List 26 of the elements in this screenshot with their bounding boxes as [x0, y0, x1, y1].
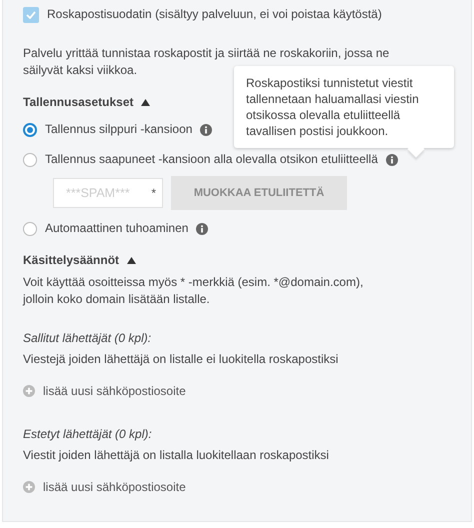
- info-icon[interactable]: [386, 154, 398, 166]
- rules-description: Voit käyttää osoitteissa myös * -merkkiä (esim. *@domain.com), jolloin koko domain lisätään listalle.: [23, 274, 364, 308]
- caret-icon[interactable]: [141, 98, 150, 106]
- add-email-link[interactable]: lisää uusi sähköpostiosoite: [43, 480, 186, 494]
- plus-icon[interactable]: [23, 385, 35, 397]
- option-label: Tallennus saapuneet -kansioon alla olevalla otsikon etuliitteellä: [45, 151, 378, 168]
- required-mark: *: [151, 186, 156, 200]
- add-email-link[interactable]: lisää uusi sähköpostiosoite: [43, 384, 186, 398]
- check-icon: [26, 10, 36, 18]
- list-description: Viestejä joiden lähettäjä on listalle ei luokitella roskapostiksi: [23, 351, 340, 368]
- option-label: Automaattinen tuhoaminen: [45, 220, 188, 237]
- plus-icon[interactable]: [23, 481, 35, 493]
- radio-button[interactable]: [23, 222, 37, 236]
- checkbox-label: Roskapostisuodatin (sisältyy palveluun, ei voi poistaa käytöstä): [47, 6, 382, 23]
- option-label: Tallennus silppuri -kansioon: [45, 121, 192, 138]
- info-icon[interactable]: [196, 222, 208, 234]
- radio-button[interactable]: [23, 122, 37, 136]
- section-heading: Tallennusasetukset: [23, 95, 134, 109]
- info-icon[interactable]: [200, 124, 212, 136]
- list-title: Estetyt lähettäjät (0 kpl):: [23, 426, 153, 443]
- list-title: Sallitut lähettäjät (0 kpl):: [23, 330, 152, 347]
- caret-icon[interactable]: [127, 256, 136, 264]
- section-heading: Käsittelysäännöt: [23, 253, 120, 267]
- radio-button[interactable]: [23, 152, 37, 166]
- list-description: Viestit joiden lähettäjä on listalla luokitellaan roskapostiksi: [23, 447, 330, 464]
- tooltip-pointer: [408, 140, 424, 158]
